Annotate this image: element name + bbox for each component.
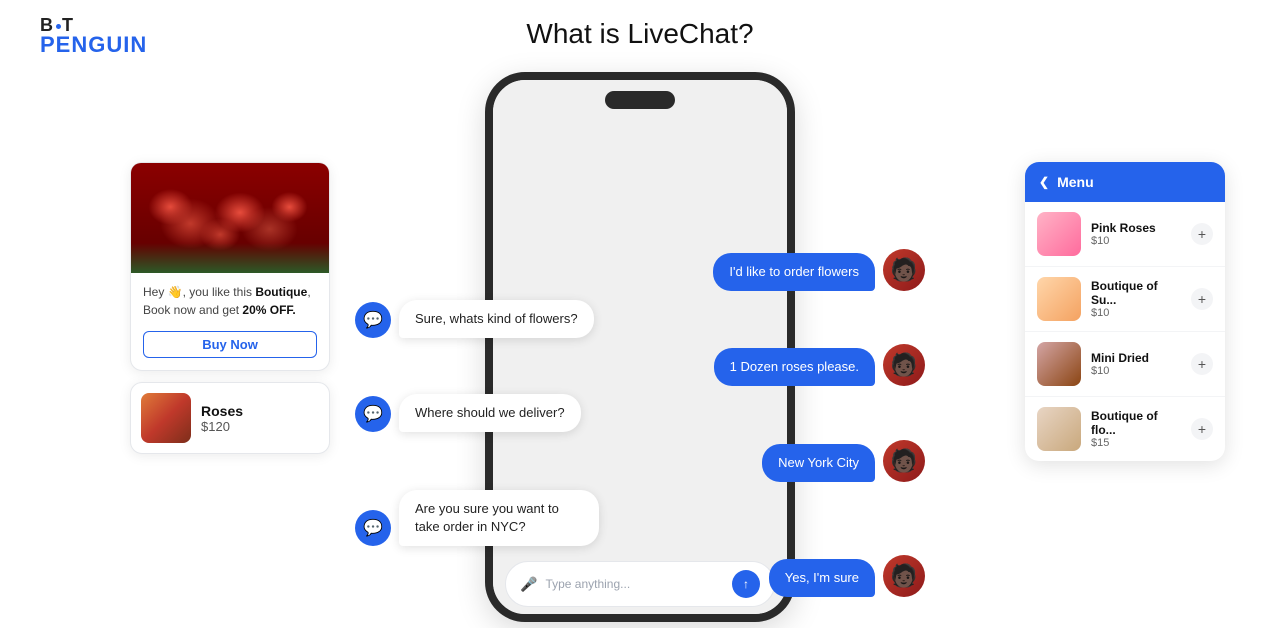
menu-item-name-1: Boutique of Su... — [1091, 279, 1181, 307]
menu-item-price-2: $10 — [1091, 365, 1181, 377]
card-image — [131, 163, 329, 273]
card-description: Hey 👋, you like this Boutique, Book now … — [131, 273, 329, 325]
menu-item-1: Boutique of Su... $10 + — [1025, 267, 1225, 332]
logo-penguin: PENGUIN — [40, 34, 147, 56]
menu-item-add-2[interactable]: + — [1191, 353, 1213, 375]
user-message-2: 1 Dozen roses please. — [714, 348, 875, 386]
menu-item-img-1 — [1037, 277, 1081, 321]
menu-item-info-2: Mini Dried $10 — [1091, 351, 1181, 377]
product-name: Roses — [201, 403, 243, 419]
bot-avatar-1: 💬 — [355, 302, 391, 338]
menu-item-name-0: Pink Roses — [1091, 221, 1181, 235]
bot-message-1: Sure, whats kind of flowers? — [399, 300, 594, 338]
boutique-card: Hey 👋, you like this Boutique, Book now … — [130, 162, 330, 371]
phone-notch — [493, 80, 787, 120]
user-avatar-4: 🧑🏿 — [883, 555, 925, 597]
menu-item-img-2 — [1037, 342, 1081, 386]
product-info: Roses $120 — [201, 403, 243, 434]
user-avatar-3: 🧑🏿 — [883, 440, 925, 482]
menu-item-name-3: Boutique of flo... — [1091, 409, 1181, 437]
menu-item-3: Boutique of flo... $15 + — [1025, 397, 1225, 461]
header: BT PENGUIN What is LiveChat? — [0, 0, 1280, 72]
bot-message-3: Are you sure you want to take order in N… — [399, 490, 599, 546]
page-title: What is LiveChat? — [526, 18, 753, 50]
menu-item-name-2: Mini Dried — [1091, 351, 1181, 365]
logo: BT PENGUIN — [40, 16, 147, 56]
menu-item-info-3: Boutique of flo... $15 — [1091, 409, 1181, 449]
send-button[interactable]: ↑ — [732, 570, 760, 598]
bot-avatar-3: 💬 — [355, 510, 391, 546]
menu-item-add-0[interactable]: + — [1191, 223, 1213, 245]
roses-product-card: Roses $120 — [130, 382, 330, 454]
user-bubble-2: 🧑🏿 1 Dozen roses please. — [714, 344, 925, 386]
user-avatar-1: 🧑🏿 — [883, 249, 925, 291]
menu-item-2: Mini Dried $10 + — [1025, 332, 1225, 397]
menu-header: ❮ Menu — [1025, 162, 1225, 202]
user-bubble-4: 🧑🏿 Yes, I'm sure — [769, 555, 925, 597]
mic-icon: 🎤 — [520, 576, 537, 593]
menu-back-icon[interactable]: ❮ — [1039, 175, 1049, 189]
user-message-3: New York City — [762, 444, 875, 482]
menu-item-info-0: Pink Roses $10 — [1091, 221, 1181, 247]
buy-now-button[interactable]: Buy Now — [143, 331, 317, 358]
menu-item-0: Pink Roses $10 + — [1025, 202, 1225, 267]
user-avatar-2: 🧑🏿 — [883, 344, 925, 386]
menu-item-price-0: $10 — [1091, 235, 1181, 247]
product-price: $120 — [201, 419, 243, 434]
menu-item-img-0 — [1037, 212, 1081, 256]
menu-title: Menu — [1057, 174, 1094, 190]
menu-item-add-3[interactable]: + — [1191, 418, 1213, 440]
phone-input-bar: 🎤 Type anything... ↑ — [493, 554, 787, 614]
menu-item-price-1: $10 — [1091, 307, 1181, 319]
bot-bubble-1: 💬 Sure, whats kind of flowers? — [355, 300, 594, 338]
menu-item-info-1: Boutique of Su... $10 — [1091, 279, 1181, 319]
menu-card: ❮ Menu Pink Roses $10 + Boutique of Su..… — [1025, 162, 1225, 461]
input-placeholder: Type anything... — [545, 577, 724, 591]
chat-input-field[interactable]: 🎤 Type anything... ↑ — [505, 561, 775, 607]
product-thumbnail — [141, 393, 191, 443]
user-message-1: I'd like to order flowers — [713, 253, 875, 291]
camera-pill — [605, 91, 675, 109]
bot-bubble-2: 💬 Where should we deliver? — [355, 394, 581, 432]
bot-bubble-3: 💬 Are you sure you want to take order in… — [355, 490, 599, 546]
user-bubble-1: 🧑🏿 I'd like to order flowers — [713, 249, 925, 291]
menu-item-img-3 — [1037, 407, 1081, 451]
user-bubble-3: 🧑🏿 New York City — [762, 440, 925, 482]
main-content: Hey 👋, you like this Boutique, Book now … — [0, 82, 1280, 620]
menu-item-price-3: $15 — [1091, 437, 1181, 449]
bot-message-2: Where should we deliver? — [399, 394, 581, 432]
menu-item-add-1[interactable]: + — [1191, 288, 1213, 310]
bot-avatar-2: 💬 — [355, 396, 391, 432]
user-message-4: Yes, I'm sure — [769, 559, 875, 597]
